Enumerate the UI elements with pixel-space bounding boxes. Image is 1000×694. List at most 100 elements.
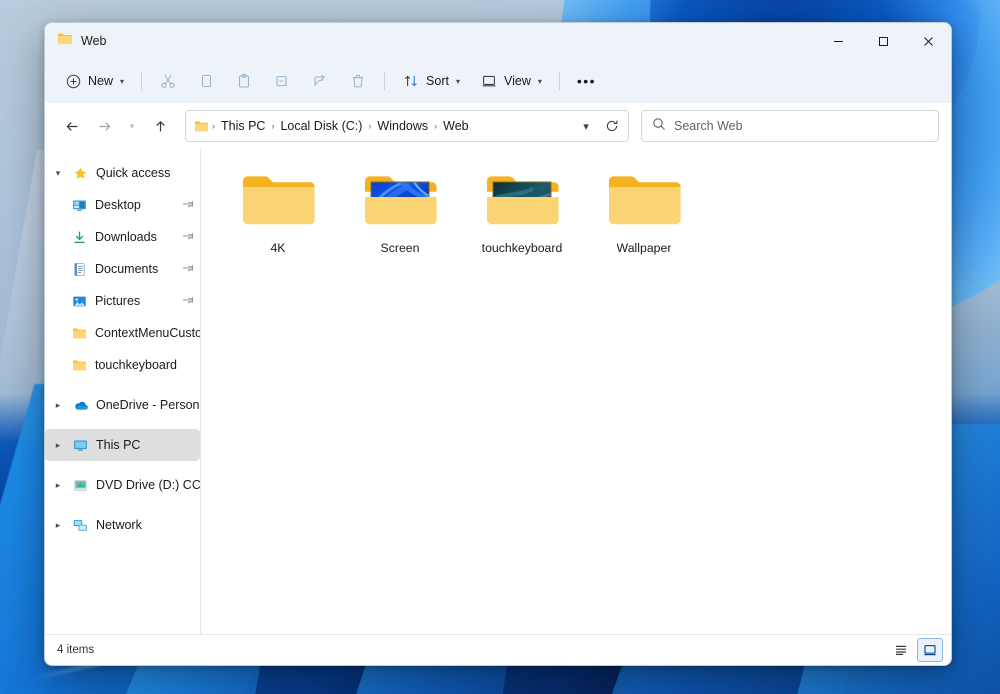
star-icon [72,165,89,182]
window-title: Web [81,34,106,48]
folder-icon [240,169,316,231]
sidebar-item-documents[interactable]: Documents [45,253,200,285]
sidebar-item-downloads[interactable]: Downloads [45,221,200,253]
share-icon [311,72,329,90]
sidebar-item-contextmenucustomization[interactable]: ContextMenuCustomization [45,317,200,349]
chevron-down-icon[interactable]: ▾ [51,168,65,179]
toolbar-separator [384,72,385,90]
back-button[interactable] [57,111,87,141]
paste-button[interactable] [226,66,262,96]
folder-icon [71,357,88,374]
sidebar-item-this-pc[interactable]: ▸ This PC [45,429,200,461]
address-dropdown-button[interactable]: ▾ [574,114,598,138]
file-item-screen[interactable]: Screen [339,163,461,263]
more-options-button[interactable]: ••• [568,66,605,96]
folder-icon [606,169,682,231]
file-list-view[interactable]: 4K [201,149,951,634]
explorer-body: ▾ Quick access [45,149,951,634]
address-bar-row: ▾ › This PC › Local Disk (C [45,103,951,149]
file-item-label: 4K [270,241,285,255]
close-button[interactable] [906,23,951,59]
toolbar-separator [559,72,560,90]
delete-button[interactable] [340,66,376,96]
chevron-right-icon[interactable]: ▸ [51,440,65,451]
navigation-pane: ▾ Quick access [45,149,201,634]
sidebar-item-dvd-drive[interactable]: ▸ DVD Drive (D:) CCCOMA_X64FRE_EN-US_DV9 [45,469,200,501]
minimize-button[interactable] [816,23,861,59]
this-pc-icon [72,437,89,454]
documents-icon [71,261,88,278]
sidebar-item-label: ContextMenuCustomization [95,326,200,340]
pin-icon [179,228,197,246]
paste-icon [235,72,253,90]
file-item-label: touchkeyboard [482,241,563,255]
file-item-touchkeyboard[interactable]: touchkeyboard [461,163,583,263]
pictures-icon [71,293,88,310]
sidebar-item-label: Quick access [96,166,170,180]
view-button-label: View [504,74,531,88]
recent-locations-button[interactable]: ▾ [121,111,143,141]
file-item-4k[interactable]: 4K [217,163,339,263]
sidebar-spacer [45,501,200,509]
sidebar-item-touchkeyboard[interactable]: touchkeyboard [45,349,200,381]
sidebar-item-label: This PC [96,438,140,452]
breadcrumb-item-windows[interactable]: Windows [372,116,433,136]
sort-button[interactable]: Sort ▾ [393,66,469,96]
chevron-down-icon: ▾ [120,77,124,86]
forward-button[interactable] [89,111,119,141]
view-button[interactable]: View ▾ [471,66,551,96]
share-button[interactable] [302,66,338,96]
delete-icon [349,72,367,90]
pin-icon [179,260,197,278]
copy-icon [197,72,215,90]
up-button[interactable] [145,111,175,141]
folder-icon [57,31,73,52]
desktop-background: Web [0,0,1000,694]
new-button[interactable]: New ▾ [55,66,133,96]
file-item-wallpaper[interactable]: Wallpaper [583,163,705,263]
address-bar[interactable]: › This PC › Local Disk (C:) › Windows › … [185,110,629,142]
chevron-right-icon[interactable]: ▸ [51,400,65,411]
sidebar-item-label: DVD Drive (D:) CCCOMA_X64FRE_EN-US_DV9 [96,478,200,492]
sidebar-item-label: Downloads [95,230,157,244]
ellipsis-icon: ••• [577,76,596,86]
sidebar-item-onedrive[interactable]: ▸ OneDrive - Personal [45,389,200,421]
refresh-button[interactable] [600,114,624,138]
file-explorer-window: Web [44,22,952,666]
search-input[interactable]: Search Web [674,119,743,133]
chevron-down-icon: ▾ [456,77,460,86]
maximize-button[interactable] [861,23,906,59]
rename-button[interactable] [264,66,300,96]
search-box[interactable]: Search Web [641,110,939,142]
chevron-right-icon[interactable]: ▸ [51,480,65,491]
sidebar-spacer [45,421,200,429]
title-bar: Web [45,23,951,59]
dvd-drive-icon [72,477,89,494]
chevron-down-icon: ▾ [583,120,589,133]
sidebar-spacer [45,461,200,469]
folder-icon-with-thumbnail [484,169,560,231]
details-view-button[interactable] [889,639,913,661]
cut-button[interactable] [150,66,186,96]
file-grid: 4K [217,163,951,263]
breadcrumb-item-local-disk[interactable]: Local Disk (C:) [275,116,367,136]
breadcrumb-item-this-pc[interactable]: This PC [216,116,270,136]
desktop-icon [71,197,88,214]
view-icon [480,72,498,90]
chevron-right-icon[interactable]: ▸ [51,520,65,531]
downloads-icon [71,229,88,246]
copy-button[interactable] [188,66,224,96]
view-toggle-group [889,638,943,662]
breadcrumb-item-web[interactable]: Web [438,116,473,136]
pin-icon [179,196,197,214]
onedrive-icon [72,397,89,414]
title-bar-left: Web [45,31,106,52]
sidebar-item-network[interactable]: ▸ Network [45,509,200,541]
address-bar-actions: ▾ [574,114,624,138]
sidebar-item-desktop[interactable]: Desktop [45,189,200,221]
large-icons-view-button[interactable] [917,638,943,662]
chevron-down-icon: ▾ [538,77,542,86]
sidebar-item-quick-access[interactable]: ▾ Quick access [45,157,200,189]
sidebar-item-pictures[interactable]: Pictures [45,285,200,317]
sort-icon [402,72,420,90]
